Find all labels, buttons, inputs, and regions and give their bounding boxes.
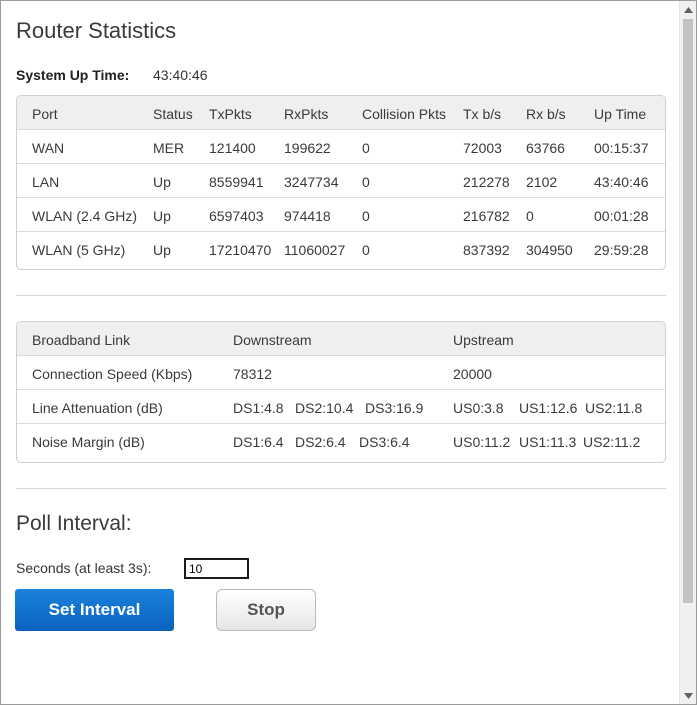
- tx-bps-cell: 837392: [463, 242, 510, 258]
- set-interval-button[interactable]: Set Interval: [15, 589, 174, 631]
- status-cell: Up: [153, 242, 171, 258]
- table-row: WLAN (5 GHz) Up 17210470 11060027 0 8373…: [17, 232, 665, 266]
- tx-bps-cell: 212278: [463, 174, 510, 190]
- scrollbar-thumb[interactable]: [683, 19, 693, 603]
- upstream-value: US2:11.2: [583, 434, 641, 450]
- page-title: Router Statistics: [16, 18, 177, 43]
- downstream-value: DS1:4.8: [233, 400, 284, 416]
- link-metric-label: Noise Margin (dB): [32, 434, 145, 450]
- table-row: WLAN (2.4 GHz) Up 6597403 974418 0 21678…: [17, 198, 665, 232]
- table-row: LAN Up 8559941 3247734 0 212278 2102 43:…: [17, 164, 665, 198]
- column-header-rxpkts: RxPkts: [284, 106, 329, 122]
- upstream-value: US2:11.8: [585, 400, 643, 416]
- column-header-collision-pkts: Collision Pkts: [362, 106, 447, 122]
- table-row: Noise Margin (dB) DS1:6.4 DS2:6.4 DS3:6.…: [17, 424, 665, 458]
- downstream-value: 78312: [233, 366, 272, 382]
- seconds-label: Seconds (at least 3s):: [16, 560, 152, 576]
- stop-button[interactable]: Stop: [216, 589, 316, 631]
- poll-interval-title: Poll Interval:: [16, 512, 132, 535]
- port-cell: WLAN (5 GHz): [32, 242, 126, 258]
- txpkts-cell: 8559941: [209, 174, 264, 190]
- downstream-value: DS3:6.4: [359, 434, 410, 450]
- status-cell: Up: [153, 208, 171, 224]
- column-header-txpkts: TxPkts: [209, 106, 252, 122]
- link-metric-label: Line Attenuation (dB): [32, 400, 163, 416]
- status-cell: MER: [153, 140, 185, 156]
- column-header-rx-bps: Rx b/s: [526, 106, 566, 122]
- table-row: Connection Speed (Kbps) 78312 20000: [17, 356, 665, 390]
- rxpkts-cell: 11060027: [284, 242, 346, 258]
- downstream-value: DS1:6.4: [233, 434, 284, 450]
- section-divider: [16, 488, 666, 489]
- section-divider: [16, 295, 666, 296]
- column-header-tx-bps: Tx b/s: [463, 106, 502, 122]
- upstream-value: US1:11.3: [519, 434, 577, 450]
- column-header-up-time: Up Time: [594, 106, 647, 122]
- column-header-port: Port: [32, 106, 58, 122]
- status-cell: Up: [153, 174, 171, 190]
- column-header-status: Status: [153, 106, 193, 122]
- rx-bps-cell: 2102: [526, 174, 558, 190]
- column-header-downstream: Downstream: [233, 332, 312, 348]
- uptime-value: 43:40:46: [153, 67, 208, 83]
- rx-bps-cell: 63766: [526, 140, 565, 156]
- rxpkts-cell: 199622: [284, 140, 331, 156]
- txpkts-cell: 17210470: [209, 242, 272, 258]
- upstream-value: 20000: [453, 366, 492, 382]
- txpkts-cell: 6597403: [209, 208, 264, 224]
- uptime-label: System Up Time:: [16, 67, 130, 83]
- tx-bps-cell: 72003: [463, 140, 502, 156]
- broadband-link-table: Broadband Link Downstream Upstream Conne…: [16, 321, 666, 463]
- up-time-cell: 00:01:28: [594, 208, 649, 224]
- upstream-value: US1:12.6: [519, 400, 578, 416]
- downstream-value: DS3:16.9: [365, 400, 424, 416]
- table-header-row: Port Status TxPkts RxPkts Collision Pkts…: [17, 96, 665, 130]
- port-cell: LAN: [32, 174, 60, 190]
- column-header-broadband-link: Broadband Link: [32, 332, 131, 348]
- txpkts-cell: 121400: [209, 140, 256, 156]
- browser-frame: Router Statistics System Up Time: 43:40:…: [0, 0, 697, 705]
- up-time-cell: 43:40:46: [594, 174, 649, 190]
- seconds-input[interactable]: [184, 558, 249, 579]
- scroll-up-arrow-icon[interactable]: [680, 1, 696, 18]
- collision-cell: 0: [362, 208, 370, 224]
- up-time-cell: 29:59:28: [594, 242, 649, 258]
- page-content: Router Statistics System Up Time: 43:40:…: [1, 1, 681, 704]
- tx-bps-cell: 216782: [463, 208, 510, 224]
- rxpkts-cell: 3247734: [284, 174, 339, 190]
- link-metric-label: Connection Speed (Kbps): [32, 366, 193, 382]
- up-time-cell: 00:15:37: [594, 140, 649, 156]
- collision-cell: 0: [362, 242, 370, 258]
- table-header-row: Broadband Link Downstream Upstream: [17, 322, 665, 356]
- upstream-value: US0:11.2: [453, 434, 511, 450]
- table-row: WAN MER 121400 199622 0 72003 63766 00:1…: [17, 130, 665, 164]
- collision-cell: 0: [362, 174, 370, 190]
- vertical-scrollbar[interactable]: [679, 1, 696, 704]
- table-row: Line Attenuation (dB) DS1:4.8 DS2:10.4 D…: [17, 390, 665, 424]
- upstream-value: US0:3.8: [453, 400, 504, 416]
- downstream-value: DS2:10.4: [295, 400, 354, 416]
- scroll-down-arrow-icon[interactable]: [680, 687, 696, 704]
- rx-bps-cell: 0: [526, 208, 534, 224]
- port-cell: WLAN (2.4 GHz): [32, 208, 138, 224]
- collision-cell: 0: [362, 140, 370, 156]
- rx-bps-cell: 304950: [526, 242, 573, 258]
- downstream-value: DS2:6.4: [295, 434, 346, 450]
- port-statistics-table: Port Status TxPkts RxPkts Collision Pkts…: [16, 95, 666, 270]
- port-cell: WAN: [32, 140, 65, 156]
- column-header-upstream: Upstream: [453, 332, 514, 348]
- rxpkts-cell: 974418: [284, 208, 331, 224]
